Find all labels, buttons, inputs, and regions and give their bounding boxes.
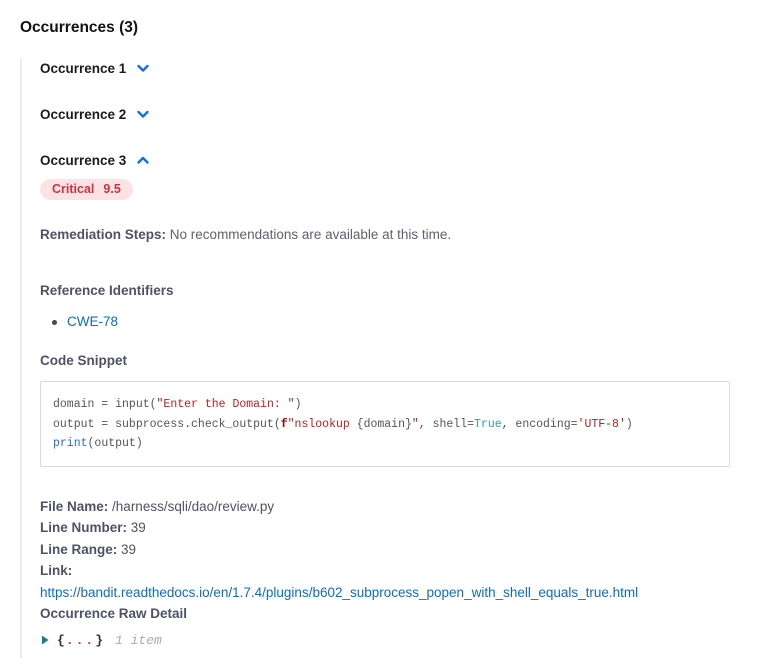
file-name-label: File Name: xyxy=(40,499,108,514)
occurrence-3-toggle[interactable]: Occurrence 3 xyxy=(40,150,150,170)
line-number-value: 39 xyxy=(131,520,146,535)
chevron-up-icon[interactable] xyxy=(136,153,150,167)
occurrences-panel: Occurrences (3) Occurrence 1 Occurrence … xyxy=(0,0,771,658)
chevron-down-icon[interactable] xyxy=(136,107,150,121)
expand-triangle-icon[interactable] xyxy=(40,635,50,645)
reference-identifiers-heading: Reference Identifiers xyxy=(40,283,771,298)
list-item: CWE-78 xyxy=(67,313,771,331)
json-item-count: 1 item xyxy=(115,633,162,648)
line-number-row: Line Number: 39 xyxy=(40,517,771,539)
line-range-label: Line Range: xyxy=(40,542,117,557)
line-number-label: Line Number: xyxy=(40,520,127,535)
line-range-row: Line Range: 39 xyxy=(40,539,771,561)
link-label: Link: xyxy=(40,563,72,578)
file-name-value: /harness/sqli/dao/review.py xyxy=(112,499,274,514)
link-label-row: Link: xyxy=(40,560,771,582)
occurrence-3-label: Occurrence 3 xyxy=(40,153,126,168)
remediation-text: No recommendations are available at this… xyxy=(170,227,451,242)
page-title: Occurrences (3) xyxy=(20,18,771,38)
raw-detail-json-root: {...} 1 item xyxy=(40,633,771,648)
file-name-row: File Name: /harness/sqli/dao/review.py xyxy=(40,496,771,518)
reference-identifiers-list: CWE-78 xyxy=(40,313,771,331)
occurrences-list: Occurrence 1 Occurrence 2 Occurrence 3 C… xyxy=(20,58,771,658)
occurrence-1-toggle[interactable]: Occurrence 1 xyxy=(40,58,150,78)
occurrence-1-label: Occurrence 1 xyxy=(40,61,126,76)
code-line: domain = input("Enter the Domain: ") xyxy=(53,395,717,415)
severity-score: 9.5 xyxy=(103,182,120,196)
remediation-label: Remediation Steps: xyxy=(40,227,166,242)
occurrence-raw-detail-heading: Occurrence Raw Detail xyxy=(40,603,771,625)
occurrence-2-label: Occurrence 2 xyxy=(40,107,126,122)
code-line: output = subprocess.check_output(f"nsloo… xyxy=(53,415,717,435)
occurrence-meta: File Name: /harness/sqli/dao/review.py L… xyxy=(40,496,771,625)
occurrence-3-detail: Critical 9.5 Remediation Steps: No recomm… xyxy=(40,170,771,648)
cwe-link[interactable]: CWE-78 xyxy=(67,314,118,329)
line-range-value: 39 xyxy=(121,542,136,557)
chevron-down-icon[interactable] xyxy=(136,61,150,75)
json-collapsed-object[interactable]: {...} xyxy=(57,633,104,648)
severity-label: Critical xyxy=(52,182,94,196)
occurrence-2-toggle[interactable]: Occurrence 2 xyxy=(40,104,150,124)
code-snippet-pre: domain = input("Enter the Domain: ")outp… xyxy=(40,381,730,467)
code-line: print(output) xyxy=(53,434,717,454)
code-snippet-heading: Code Snippet xyxy=(40,353,771,368)
bandit-doc-link[interactable]: https://bandit.readthedocs.io/en/1.7.4/p… xyxy=(40,585,638,600)
link-url-row: https://bandit.readthedocs.io/en/1.7.4/p… xyxy=(40,582,771,604)
remediation-steps: Remediation Steps: No recommendations ar… xyxy=(40,225,771,244)
severity-badge: Critical 9.5 xyxy=(40,179,133,200)
